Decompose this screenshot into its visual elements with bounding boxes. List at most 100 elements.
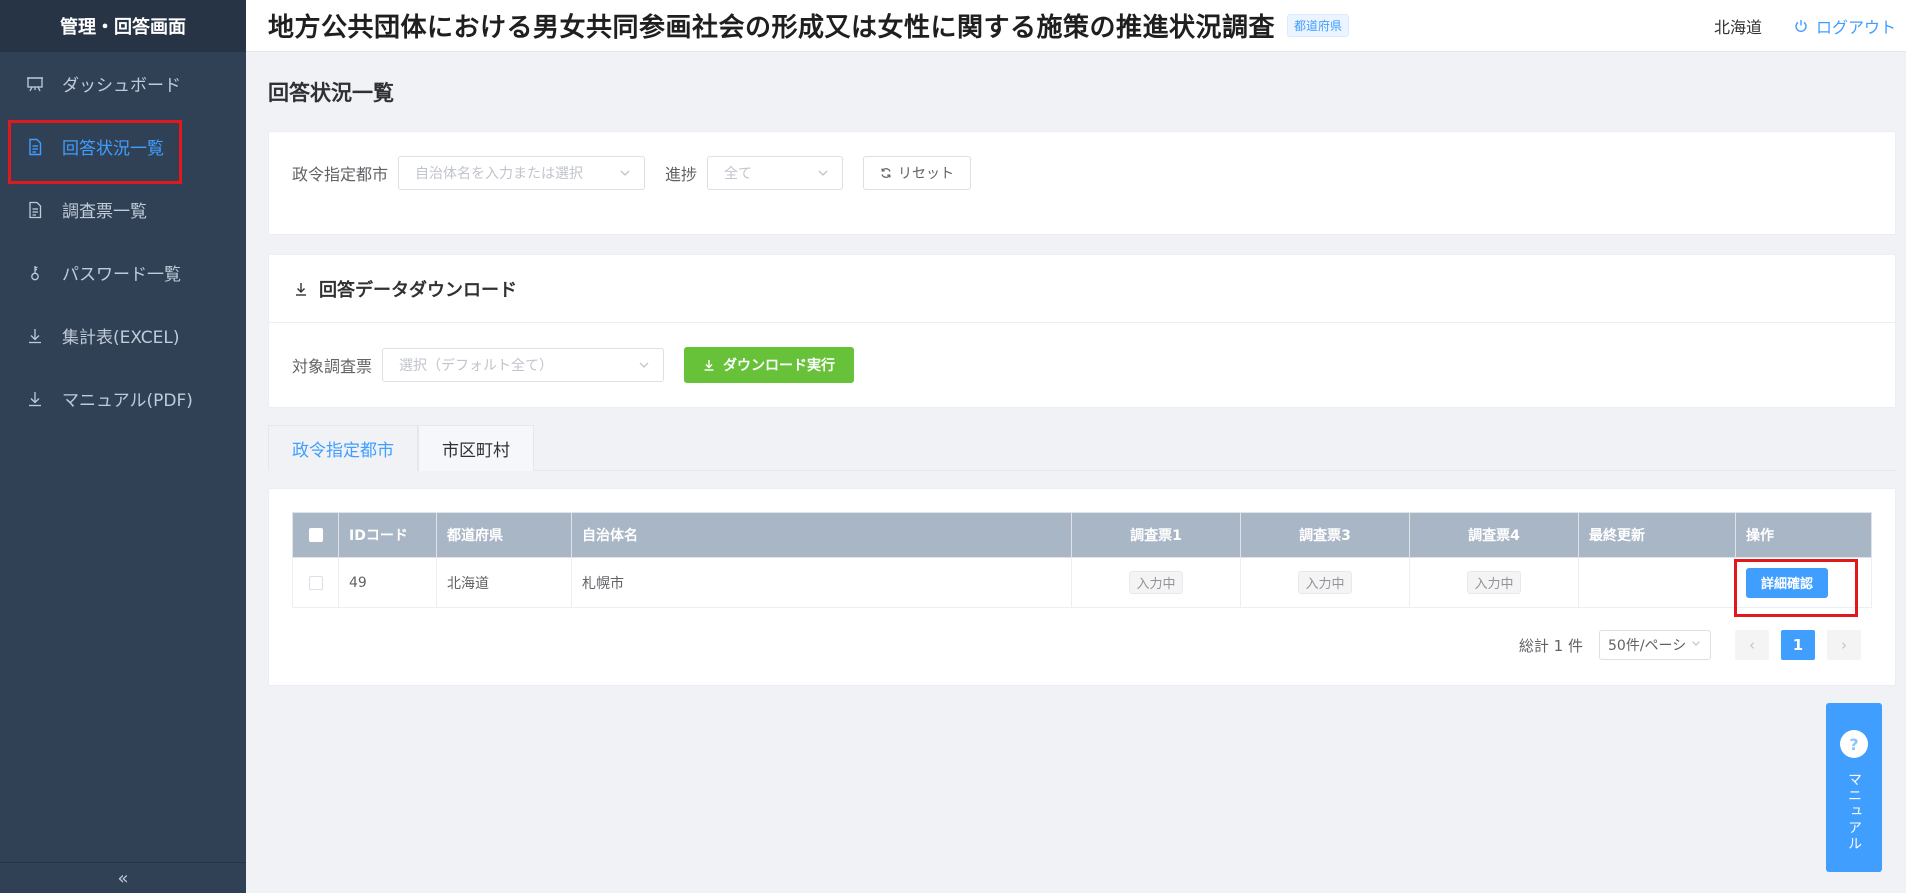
user-prefecture: 北海道: [1713, 18, 1762, 37]
target-survey-label: 対象調査票: [292, 357, 373, 376]
sidebar-item-survey-list[interactable]: 調査票一覧: [0, 178, 246, 241]
sidebar-item-label: 回答状況一覧: [62, 139, 164, 159]
manual-float-button[interactable]: ? マニュアル: [1826, 703, 1882, 872]
row-select-cell: [292, 557, 339, 608]
cell-prefecture: 北海道: [436, 557, 572, 608]
pagination-total: 総計 1 件: [1518, 636, 1583, 655]
cell-actions: 詳細確認: [1733, 557, 1872, 617]
document-icon: [26, 201, 44, 219]
col-id[interactable]: IDコード: [338, 512, 437, 558]
download-panel: 回答データダウンロード 対象調査票 選択（デフォルト全て） ダウンロード実行: [268, 254, 1896, 408]
reset-button[interactable]: リセット: [863, 156, 972, 190]
download-panel-title: 回答データダウンロード: [319, 279, 517, 301]
cell-survey4: 入力中: [1409, 557, 1579, 608]
detail-highlight: 詳細確認: [1733, 558, 1859, 617]
sidebar-item-response-status[interactable]: 回答状況一覧: [0, 115, 246, 184]
results-table: IDコード 都道府県 自治体名 調査票1 調査票3 調査票4 最終更新 操作 4…: [292, 512, 1872, 617]
app-title: 地方公共団体における男女共同参画社会の形成又は女性に関する施策の推進状況調査: [268, 13, 1276, 43]
reset-label: リセット: [898, 166, 955, 182]
progress-select[interactable]: 全て: [707, 156, 844, 190]
manual-float-label: マニュアル: [1846, 772, 1862, 852]
status-badge: 入力中: [1129, 571, 1183, 594]
scope-badge: 都道府県: [1287, 14, 1350, 37]
col-survey4[interactable]: 調査票4: [1409, 512, 1579, 558]
prev-page-button[interactable]: ‹: [1735, 630, 1769, 660]
chevron-down-icon: [637, 358, 651, 372]
page-size-value: 50件/ペーシ: [1608, 638, 1687, 654]
city-select[interactable]: 自治体名を入力または選択: [398, 156, 646, 190]
pagination: 総計 1 件 50件/ペーシ ‹ 1 ›: [1519, 630, 1861, 660]
power-icon: [1794, 19, 1808, 33]
download-execute-button[interactable]: ダウンロード実行: [684, 347, 855, 383]
sidebar-collapse-button[interactable]: «: [0, 862, 246, 893]
top-header: 地方公共団体における男女共同参画社会の形成又は女性に関する施策の推進状況調査 都…: [246, 0, 1906, 52]
status-badge: 入力中: [1467, 571, 1521, 594]
chevron-down-icon: [1690, 637, 1702, 653]
download-icon: [293, 281, 309, 297]
sidebar-item-manual-pdf[interactable]: マニュアル(PDF): [0, 367, 246, 430]
refresh-icon: [880, 167, 892, 179]
city-select-placeholder: 自治体名を入力または選択: [415, 166, 584, 182]
col-actions: 操作: [1735, 512, 1872, 558]
filter-panel: 政令指定都市 自治体名を入力または選択 進捗 全て リセット: [268, 131, 1896, 235]
next-page-button[interactable]: ›: [1827, 630, 1861, 660]
download-execute-label: ダウンロード実行: [723, 358, 836, 374]
chevron-left-icon: ‹: [1749, 636, 1755, 654]
sidebar-item-label: ダッシュボード: [62, 76, 181, 96]
double-chevron-left-icon: «: [117, 867, 129, 889]
detail-button[interactable]: 詳細確認: [1746, 567, 1829, 598]
col-survey1[interactable]: 調査票1: [1071, 512, 1241, 558]
page-title: 回答状況一覧: [268, 81, 394, 105]
target-survey-placeholder: 選択（デフォルト全て）: [399, 358, 554, 374]
city-filter-label: 政令指定都市: [292, 165, 389, 184]
sidebar-item-label: マニュアル(PDF): [62, 391, 193, 411]
page-number-current[interactable]: 1: [1781, 630, 1815, 660]
tab-designated-cities[interactable]: 政令指定都市: [268, 425, 418, 471]
chevron-down-icon: [618, 166, 632, 180]
sidebar-title: 管理・回答画面: [0, 0, 246, 52]
target-survey-select[interactable]: 選択（デフォルト全て）: [382, 348, 665, 382]
sidebar-item-label: パスワード一覧: [62, 265, 181, 285]
tab-municipalities[interactable]: 市区町村: [418, 425, 534, 471]
progress-select-value: 全て: [724, 166, 753, 182]
download-icon: [26, 390, 44, 408]
results-table-panel: IDコード 都道府県 自治体名 調査票1 調査票3 調査票4 最終更新 操作 4…: [268, 488, 1896, 686]
download-icon: [703, 359, 715, 371]
key-icon: [26, 264, 44, 282]
cell-survey1: 入力中: [1071, 557, 1241, 608]
header-right: 北海道 ログアウト: [1714, 0, 1896, 52]
logout-label: ログアウト: [1815, 18, 1896, 37]
document-icon: [26, 138, 44, 156]
row-checkbox[interactable]: [308, 575, 323, 590]
col-survey3[interactable]: 調査票3: [1240, 512, 1410, 558]
page-size-select[interactable]: 50件/ペーシ: [1599, 630, 1711, 660]
select-all-cell: [292, 512, 339, 558]
sidebar-menu: ダッシュボード 回答状況一覧 調査票一覧 パスワード一覧 集計表(EXCEL): [0, 52, 246, 430]
col-last-updated[interactable]: 最終更新: [1578, 512, 1736, 558]
logout-button[interactable]: ログアウト: [1794, 14, 1896, 38]
cell-last-updated: [1578, 557, 1736, 608]
sidebar-item-summary-excel[interactable]: 集計表(EXCEL): [0, 304, 246, 367]
municipality-tabs: 政令指定都市 市区町村: [268, 425, 1896, 471]
col-prefecture[interactable]: 都道府県: [436, 512, 572, 558]
sidebar-item-dashboard[interactable]: ダッシュボード: [0, 52, 246, 115]
sidebar-item-label: 調査票一覧: [62, 202, 147, 222]
main-content: 回答状況一覧 政令指定都市 自治体名を入力または選択 進捗 全て リセット 回答…: [268, 52, 1896, 686]
cell-municipality: 札幌市: [571, 557, 1072, 608]
sidebar: 管理・回答画面 ダッシュボード 回答状況一覧 調査票一覧 パスワード一覧 集計表…: [0, 0, 246, 893]
question-icon: ?: [1840, 730, 1868, 758]
download-icon: [26, 327, 44, 345]
chevron-down-icon: [816, 166, 830, 180]
select-all-checkbox[interactable]: [308, 528, 323, 542]
sidebar-item-password-list[interactable]: パスワード一覧: [0, 241, 246, 304]
col-municipality[interactable]: 自治体名: [571, 512, 1072, 558]
chevron-right-icon: ›: [1841, 636, 1847, 654]
cell-id: 49: [338, 557, 437, 608]
table-header-row: IDコード 都道府県 自治体名 調査票1 調査票3 調査票4 最終更新 操作: [292, 512, 1872, 558]
sidebar-item-label: 集計表(EXCEL): [62, 328, 180, 348]
progress-filter-label: 進捗: [665, 165, 698, 184]
download-panel-header: 回答データダウンロード: [269, 255, 1895, 323]
table-row: 49 北海道 札幌市 入力中 入力中 入力中 詳細確認: [292, 557, 1872, 617]
status-badge: 入力中: [1298, 571, 1352, 594]
presentation-board-icon: [26, 75, 44, 93]
